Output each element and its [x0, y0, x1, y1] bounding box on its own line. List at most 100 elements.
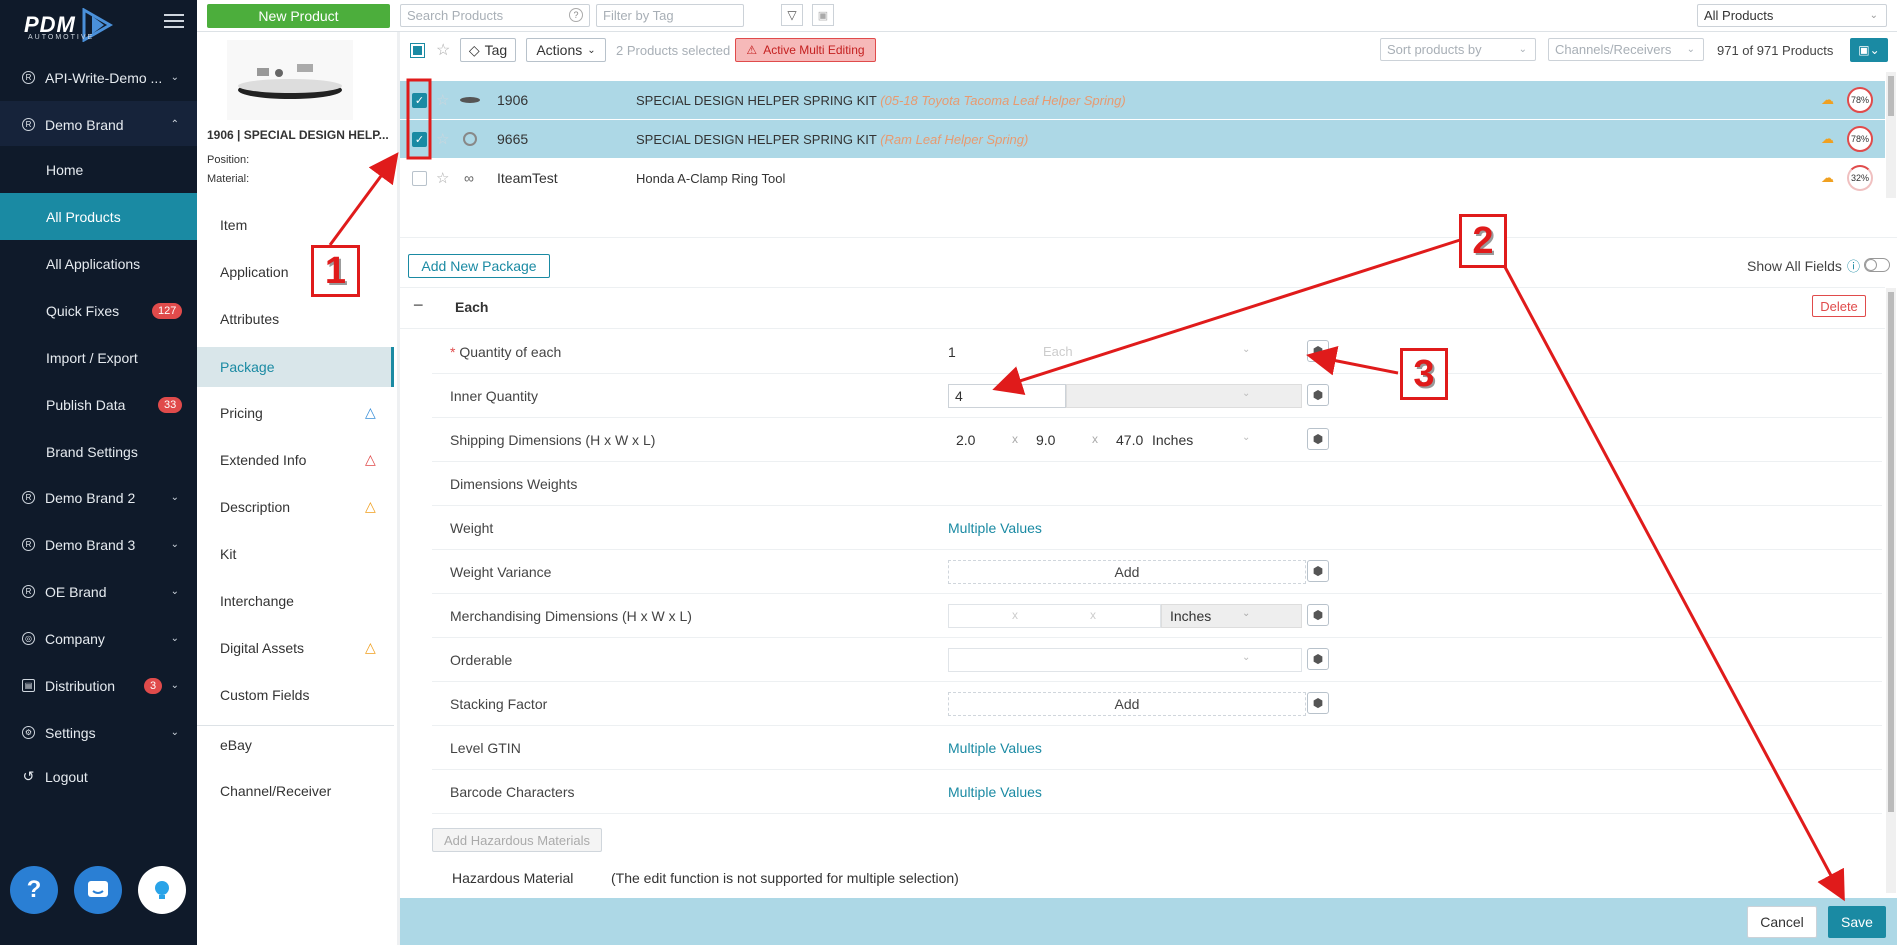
table-row[interactable]: ☆ ∞ IteamTest Honda A-Clamp Ring Tool ☁ …	[400, 159, 1885, 197]
sort-select[interactable]: Sort products by ⌄	[1380, 38, 1536, 61]
sidebar-item-publish-data[interactable]: Publish Data 33	[0, 381, 197, 428]
sidebar-item-all-applications[interactable]: All Applications	[0, 240, 197, 287]
apply-all-icon[interactable]: ⬢	[1307, 560, 1329, 582]
sidebar-brand-demo-brand[interactable]: R Demo Brand ⌃	[0, 101, 197, 148]
select-all-checkbox[interactable]	[410, 43, 425, 58]
tag-button[interactable]: ◇ Tag	[460, 38, 516, 62]
sidebar-distribution[interactable]: ▤ Distribution 3 ⌄	[0, 662, 197, 709]
apply-all-icon[interactable]: ⬢	[1307, 384, 1329, 406]
sidebar-settings[interactable]: ⚙ Settings ⌄	[0, 709, 197, 756]
row-checkbox[interactable]: ✓	[412, 131, 427, 147]
sidebar-brand-label: Distribution	[45, 677, 116, 694]
apply-all-icon[interactable]: ⬢	[1307, 340, 1329, 362]
apply-all-icon[interactable]: ⬢	[1307, 428, 1329, 450]
sidebar-brand-demo-brand-3[interactable]: R Demo Brand 3 ⌄	[0, 521, 197, 568]
sidebar: PDM AUTOMOTIVE R API-Write-Demo ... ⌄ R …	[0, 0, 197, 945]
search-input[interactable]: Search Products ?	[400, 4, 590, 27]
quantity-label: * Quantity of each	[450, 343, 562, 360]
sidebar-item-all-products[interactable]: All Products	[0, 193, 197, 240]
help-circle-icon[interactable]: ?	[569, 8, 583, 22]
add-hazardous-materials-button[interactable]: Add Hazardous Materials	[432, 828, 602, 852]
chat-button[interactable]	[74, 866, 122, 914]
logo[interactable]: PDM AUTOMOTIVE	[24, 6, 116, 44]
list-scrollbar[interactable]	[1886, 72, 1896, 198]
inner-quantity-unit-select[interactable]	[1066, 384, 1302, 408]
menu-item-custom-fields[interactable]: Custom Fields	[220, 687, 309, 703]
selection-count: 2 Products selected	[616, 43, 731, 58]
menu-item-interchange[interactable]: Interchange	[220, 593, 294, 609]
sidebar-item-home[interactable]: Home	[0, 146, 197, 193]
star-icon[interactable]: ☆	[436, 91, 449, 109]
menu-item-digital-assets[interactable]: Digital Assets △	[220, 639, 390, 656]
menu-item-extended-info[interactable]: Extended Info △	[220, 451, 390, 468]
sidebar-company[interactable]: ◎ Company ⌄	[0, 615, 197, 662]
menu-item-pricing[interactable]: Pricing △	[220, 404, 390, 421]
shipping-height[interactable]: 2.0	[956, 432, 975, 448]
menu-item-ebay[interactable]: eBay	[220, 737, 252, 753]
lightbulb-icon	[155, 881, 169, 899]
menu-item-attributes[interactable]: Attributes	[220, 311, 279, 327]
actions-dropdown[interactable]: Actions ⌄	[526, 38, 606, 62]
collapse-icon[interactable]: −	[413, 295, 424, 316]
filter-tag-input[interactable]: Filter by Tag	[596, 4, 744, 27]
sidebar-brand-demo-brand-2[interactable]: R Demo Brand 2 ⌄	[0, 474, 197, 521]
delete-package-button[interactable]: Delete	[1812, 295, 1866, 317]
sidebar-brand-api-write-demo[interactable]: R API-Write-Demo ... ⌄	[0, 54, 197, 101]
menu-item-kit[interactable]: Kit	[220, 546, 236, 562]
show-all-fields-toggle[interactable]	[1864, 258, 1890, 272]
new-product-button[interactable]: New Product	[207, 4, 390, 28]
save-button[interactable]: Save	[1828, 906, 1886, 938]
help-button[interactable]: ?	[10, 866, 58, 914]
quantity-value[interactable]: 1	[948, 344, 956, 360]
sidebar-logout[interactable]: ↺ Logout	[0, 753, 197, 800]
scope-select[interactable]: All Products ⌄	[1697, 4, 1887, 27]
field-row-level-gtin: Level GTIN Multiple Values	[432, 726, 1882, 770]
collapse-menu-icon[interactable]	[164, 14, 184, 30]
logout-icon: ↺	[22, 768, 35, 784]
merch-unit-select[interactable]: Inches	[1161, 604, 1302, 628]
part-number: 9665	[497, 131, 529, 147]
shipping-unit-select[interactable]: Inches	[1152, 432, 1193, 448]
sidebar-item-import-export[interactable]: Import / Export	[0, 334, 197, 381]
apply-all-icon[interactable]: ⬢	[1307, 604, 1329, 626]
stacking-factor-add[interactable]: Add	[948, 692, 1306, 716]
merch-dims-input[interactable]	[948, 604, 1161, 628]
apply-all-icon[interactable]: ⬢	[1307, 648, 1329, 670]
sidebar-item-label: All Applications	[46, 255, 141, 272]
sidebar-brand-oe-brand[interactable]: R OE Brand ⌄	[0, 568, 197, 615]
menu-item-channel-receiver[interactable]: Channel/Receiver	[220, 783, 331, 799]
shipping-width[interactable]: 9.0	[1036, 432, 1055, 448]
shipping-length[interactable]: 47.0	[1116, 432, 1143, 448]
star-icon[interactable]: ☆	[436, 130, 449, 148]
menu-item-application[interactable]: Application	[220, 264, 289, 280]
weight-multiple-values[interactable]: Multiple Values	[948, 520, 1042, 536]
add-new-package-button[interactable]: Add New Package	[408, 254, 550, 278]
tips-button[interactable]	[138, 866, 186, 914]
channels-select[interactable]: Channels/Receivers ⌄	[1548, 38, 1704, 61]
row-checkbox[interactable]: ✓	[412, 92, 427, 108]
table-row[interactable]: ✓ ☆ 9665 SPECIAL DESIGN HELPER SPRING KI…	[400, 120, 1885, 158]
gtin-multiple-values[interactable]: Multiple Values	[948, 740, 1042, 756]
form-scrollbar[interactable]	[1886, 288, 1896, 893]
weight-variance-add[interactable]: Add	[948, 560, 1306, 584]
table-row[interactable]: ✓ ☆ 1906 SPECIAL DESIGN HELPER SPRING KI…	[400, 81, 1885, 119]
position-label: Position:	[207, 154, 250, 166]
menu-item-item[interactable]: Item	[220, 217, 247, 233]
column-settings-button[interactable]: ▣⌄	[1850, 38, 1888, 62]
menu-item-package[interactable]: Package	[197, 347, 394, 387]
filter-icon[interactable]: ▽	[781, 4, 803, 26]
menu-item-description[interactable]: Description △	[220, 498, 390, 515]
sidebar-item-brand-settings[interactable]: Brand Settings	[0, 428, 197, 475]
barcode-multiple-values[interactable]: Multiple Values	[948, 784, 1042, 800]
inner-quantity-label: Inner Quantity	[450, 387, 538, 404]
chevron-down-icon: ⌄	[587, 44, 596, 56]
star-icon[interactable]: ☆	[436, 169, 449, 187]
quantity-unit-select[interactable]: Each	[1043, 344, 1073, 359]
star-icon[interactable]: ☆	[436, 40, 450, 60]
row-checkbox[interactable]	[412, 170, 427, 186]
cancel-button[interactable]: Cancel	[1747, 906, 1817, 938]
sidebar-item-quick-fixes[interactable]: Quick Fixes 127	[0, 287, 197, 334]
apply-all-icon[interactable]: ⬢	[1307, 692, 1329, 714]
inner-quantity-input[interactable]: 4	[948, 384, 1066, 408]
save-filter-icon[interactable]: ▣	[812, 4, 834, 26]
